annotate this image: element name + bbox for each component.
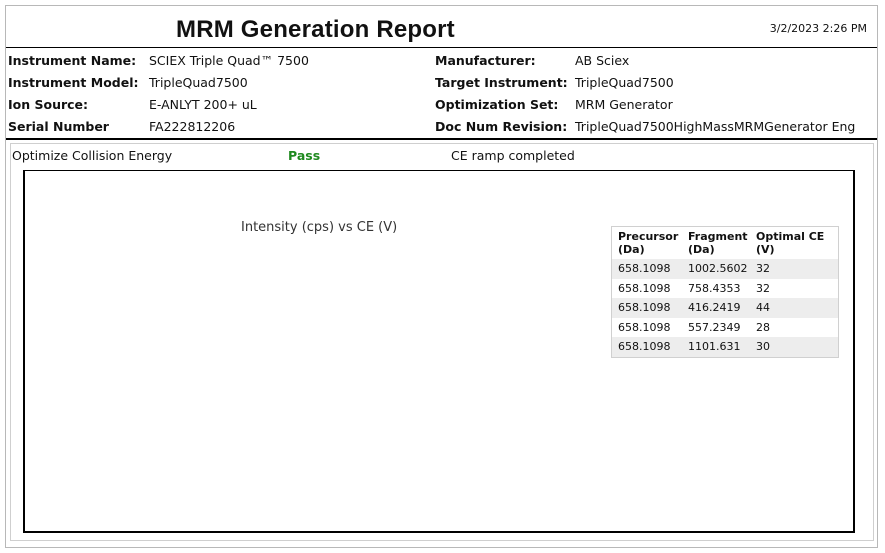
doc-num-revision-label: Doc Num Revision:	[435, 119, 568, 134]
instrument-name-value: SCIEX Triple Quad™ 7500	[149, 53, 309, 68]
status-message: CE ramp completed	[451, 148, 575, 163]
serial-number-value: FA222812206	[149, 119, 236, 134]
cell-fragment: 1002.5602	[688, 262, 748, 276]
table-row: 658.1098 1101.631 30	[612, 337, 838, 357]
cell-optimal-ce: 28	[756, 320, 770, 334]
status-step: Optimize Collision Energy	[12, 148, 173, 163]
ion-source-value: E-ANLYT 200+ uL	[149, 97, 257, 112]
table-body: 658.1098 1002.5602 32 658.1098 758.4353 …	[612, 259, 838, 357]
optimal-ce-table: Precursor (Da) Fragment (Da) Optimal CE …	[611, 226, 839, 358]
target-instrument-value: TripleQuad7500	[575, 75, 674, 90]
table-row: 658.1098 416.2419 44	[612, 298, 838, 318]
cell-precursor: 658.1098	[618, 320, 671, 334]
column-header-optimal-ce: Optimal CE (V)	[756, 230, 825, 256]
column-header-fragment: Fragment (Da)	[688, 230, 748, 256]
cell-fragment: 758.4353	[688, 281, 741, 295]
report-frame: MRM Generation Report 3/2/2023 2:26 PM I…	[5, 5, 878, 548]
cell-precursor: 658.1098	[618, 340, 671, 354]
chart-title: Intensity (cps) vs CE (V)	[241, 220, 398, 235]
status-result-badge: Pass	[288, 148, 321, 163]
report-title: MRM Generation Report	[176, 16, 455, 43]
cell-fragment: 557.2349	[688, 320, 741, 334]
doc-num-revision-value: TripleQuad7500HighMassMRMGenerator Eng	[575, 119, 856, 134]
serial-number-label: Serial Number	[8, 119, 109, 134]
instrument-name-label: Instrument Name:	[8, 53, 137, 68]
cell-fragment: 416.2419	[688, 301, 741, 315]
status-row: Optimize Collision Energy Pass CE ramp c…	[10, 143, 873, 165]
ion-source-label: Ion Source:	[8, 97, 89, 112]
cell-precursor: 658.1098	[618, 262, 671, 276]
cell-optimal-ce: 32	[756, 281, 770, 295]
instrument-model-value: TripleQuad7500	[149, 75, 248, 90]
optimization-set-value: MRM Generator	[575, 97, 673, 112]
cell-fragment: 1101.631	[688, 340, 741, 354]
cell-optimal-ce: 44	[756, 301, 770, 315]
table-header: Precursor (Da) Fragment (Da) Optimal CE …	[612, 227, 838, 259]
optimization-set-label: Optimization Set:	[435, 97, 559, 112]
table-row: 658.1098 758.4353 32	[612, 279, 838, 299]
cell-optimal-ce: 30	[756, 340, 770, 354]
cell-precursor: 658.1098	[618, 301, 671, 315]
manufacturer-value: AB Sciex	[575, 53, 630, 68]
report-datetime: 3/2/2023 2:26 PM	[769, 22, 867, 35]
instrument-model-label: Instrument Model:	[8, 75, 139, 90]
header-divider-top	[6, 47, 877, 48]
table-row: 658.1098 557.2349 28	[612, 318, 838, 338]
chart-area: Intensity (cps) vs CE (V) Precursor (Da)…	[23, 170, 855, 533]
target-instrument-label: Target Instrument:	[435, 75, 568, 90]
cell-precursor: 658.1098	[618, 281, 671, 295]
cell-optimal-ce: 32	[756, 262, 770, 276]
column-header-precursor: Precursor (Da)	[618, 230, 679, 256]
manufacturer-label: Manufacturer:	[435, 53, 536, 68]
table-row: 658.1098 1002.5602 32	[612, 259, 838, 279]
header-divider-bottom	[6, 138, 877, 140]
